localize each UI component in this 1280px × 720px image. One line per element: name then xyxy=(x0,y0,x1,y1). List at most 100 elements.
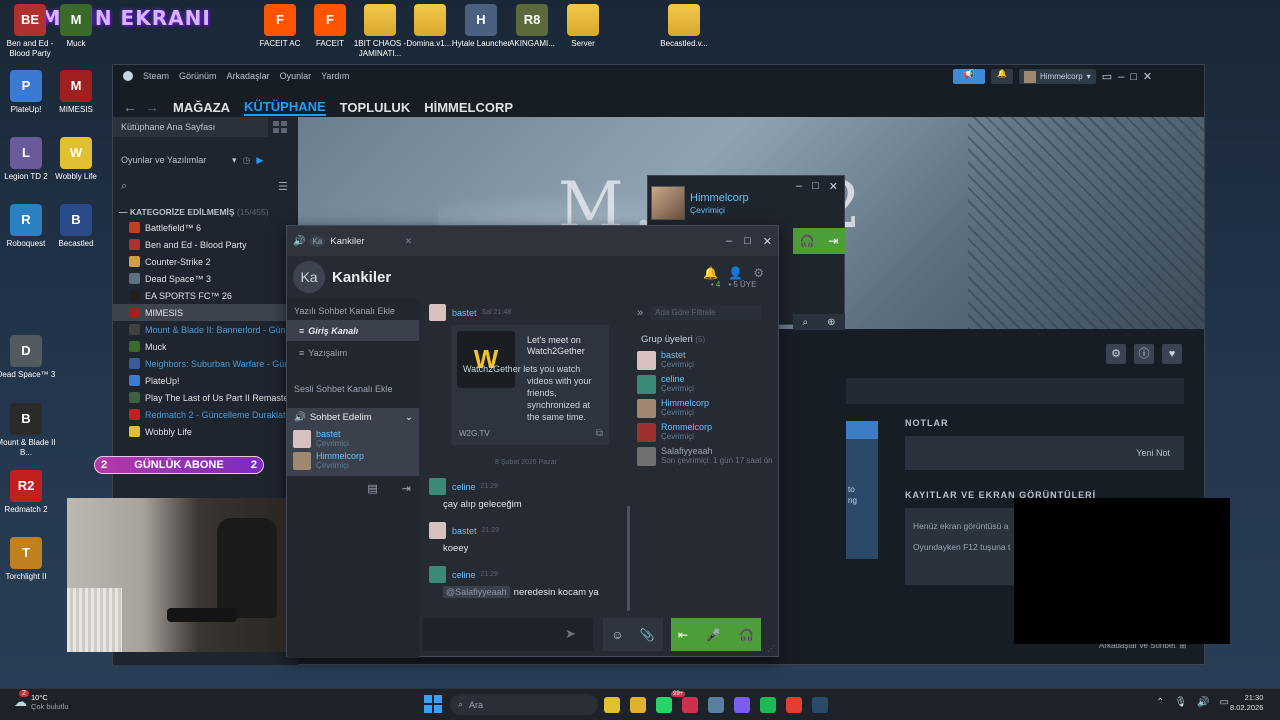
forward-arrow-icon[interactable]: → xyxy=(145,99,159,115)
attach-icon[interactable]: 📎 xyxy=(640,628,655,642)
broadcast-icon[interactable]: 📢 xyxy=(953,69,985,84)
discord-icon[interactable] xyxy=(734,697,750,713)
add-text-channel[interactable]: Yazılı Sohbet Kanalı Ekle xyxy=(287,298,419,320)
voice-user[interactable]: bastet Çevrimiçi xyxy=(293,428,419,450)
close-icon[interactable]: ✕ xyxy=(829,180,838,193)
whatsapp-icon[interactable] xyxy=(656,697,672,713)
minimize-icon[interactable]: – xyxy=(726,235,732,247)
copy-link-icon[interactable]: ⧉ xyxy=(596,428,603,439)
headset-icon[interactable]: 🎧 xyxy=(739,628,754,642)
chat-tab[interactable]: Kankiler xyxy=(330,236,364,247)
message-author[interactable]: celine xyxy=(452,482,476,492)
desktop-icon[interactable]: Server xyxy=(553,4,613,49)
desktop-icon[interactable]: M Muck xyxy=(46,4,106,49)
microphone-icon[interactable]: 🎙 xyxy=(1174,697,1187,708)
menu-games[interactable]: Oyunlar xyxy=(280,71,312,81)
message-author[interactable]: bastet xyxy=(452,308,477,318)
library-filter[interactable]: Oyunlar ve Yazılımlar ▾ ◷ ▶ xyxy=(113,149,298,171)
game-list-item[interactable]: PlateUp! xyxy=(113,372,298,389)
activity-bar[interactable] xyxy=(846,378,1184,404)
user-menu[interactable]: Himmelcorp ▾ xyxy=(1019,69,1096,84)
game-list-item[interactable]: Dead Space™ 3 xyxy=(113,270,298,287)
add-voice-channel[interactable]: Sesli Sohbet Kanalı Ekle xyxy=(287,364,419,408)
maximize-icon[interactable]: □ xyxy=(1130,71,1137,83)
desktop-icon[interactable]: B Mount & Blade II B... xyxy=(0,403,56,458)
category-header[interactable]: — KATEGORİZE EDİLMEMİŞ (15/455) xyxy=(119,207,269,217)
leave-voice-icon[interactable]: ⇤ xyxy=(678,628,688,642)
leave-voice-icon[interactable]: ⇥ xyxy=(402,482,411,495)
desktop-icon[interactable]: M MIMESIS xyxy=(46,70,106,115)
play-filter-icon[interactable]: ▶ xyxy=(256,155,263,166)
settings-gear-icon[interactable]: ⚙ xyxy=(1106,344,1126,364)
network-icon[interactable]: ▭ xyxy=(1220,697,1229,708)
maximize-icon[interactable]: □ xyxy=(812,180,819,193)
clock[interactable]: 21:30 8.02.2026 xyxy=(1230,693,1263,713)
game-list-item[interactable]: Play The Last of Us Part II Remaster xyxy=(113,389,298,406)
channel-chat[interactable]: ≡ Yazışalım xyxy=(287,341,419,364)
game-list-item[interactable]: Ben and Ed - Blood Party xyxy=(113,236,298,253)
add-member-icon[interactable]: 👤 xyxy=(728,266,743,280)
minimize-icon[interactable]: – xyxy=(796,180,802,193)
opera-icon[interactable] xyxy=(682,697,698,713)
game-list-item[interactable]: Battlefield™ 6 xyxy=(113,219,298,236)
microphone-icon[interactable]: 🎤 xyxy=(706,628,721,642)
member-filter-input[interactable]: Ada Göre Filtrele xyxy=(651,306,762,320)
desktop-icon[interactable]: T Torchlight II xyxy=(0,537,56,582)
game-list-item[interactable]: Wobbly Life xyxy=(113,423,298,440)
emoji-icon[interactable]: ☺ xyxy=(611,628,623,642)
member-item[interactable]: Salafiyyeaah Son çevrimiçi: 1 gün 17 saat… xyxy=(637,444,779,468)
back-arrow-icon[interactable]: ← xyxy=(123,99,137,115)
message-author[interactable]: celine xyxy=(452,570,476,580)
game-list-item[interactable]: Counter-Strike 2 xyxy=(113,253,298,270)
chrome-icon[interactable] xyxy=(786,697,802,713)
add-friend-icon[interactable]: ⊕ xyxy=(827,317,835,328)
chat-settings-icon[interactable]: ⚙ xyxy=(753,266,764,280)
library-home[interactable]: Kütüphane Ana Sayfası xyxy=(113,117,268,137)
recent-clock-icon[interactable]: ◷ xyxy=(243,155,251,166)
voice-channel[interactable]: 🔊 Sohbet Edelim ⌄ xyxy=(287,408,419,426)
member-item[interactable]: celine Çevrimiçi xyxy=(637,372,779,396)
filter-lines-icon[interactable]: ☰ xyxy=(278,180,288,193)
game-list-item[interactable]: Muck xyxy=(113,338,298,355)
message-author[interactable]: bastet xyxy=(452,526,477,536)
headset-icon[interactable]: 🎧 xyxy=(800,234,815,248)
link-embed[interactable]: W Let's meet on Watch2Gether Watch2Gethe… xyxy=(451,325,609,445)
menu-steam[interactable]: Steam xyxy=(143,71,169,81)
nav-profile[interactable]: HİMMELCORP xyxy=(424,100,513,115)
menu-view[interactable]: Görünüm xyxy=(179,71,217,81)
collapse-members-icon[interactable]: » xyxy=(637,307,643,319)
minimize-icon[interactable]: – xyxy=(1118,71,1124,83)
maximize-icon[interactable]: □ xyxy=(744,235,751,247)
windows-start-icon[interactable] xyxy=(424,695,442,713)
monitor-icon[interactable]: ▭ xyxy=(1102,70,1112,83)
game-list-item[interactable]: EA SPORTS FC™ 26 xyxy=(113,287,298,304)
notification-bell-icon[interactable]: 🔔 xyxy=(991,69,1013,84)
game-list-item[interactable]: MIMESIS xyxy=(113,304,298,321)
friend-name[interactable]: Himmelcorp xyxy=(690,192,749,204)
game-list-item[interactable]: Neighbors: Suburban Warfare - Gün xyxy=(113,355,298,372)
menu-help[interactable]: Yardım xyxy=(321,71,349,81)
desktop-icon[interactable]: Becastled.v... xyxy=(654,4,714,49)
library-search[interactable]: ⌕ ☰ xyxy=(113,177,298,195)
voice-user[interactable]: Himmelcorp Çevrimiçi xyxy=(293,450,419,472)
leave-voice-icon[interactable]: ⇥ xyxy=(828,234,838,248)
close-icon[interactable]: ✕ xyxy=(763,235,772,248)
nav-community[interactable]: TOPLULUK xyxy=(340,100,411,115)
close-tab-icon[interactable]: ✕ xyxy=(405,236,413,247)
message-scrollbar[interactable] xyxy=(627,506,630,611)
member-item[interactable]: bastet Çevrimiçi xyxy=(637,348,779,372)
voice-settings-icon[interactable]: ▤ xyxy=(367,482,377,495)
file-explorer-icon[interactable] xyxy=(604,697,620,713)
mention-chip[interactable]: @Salafiyyeaah xyxy=(443,586,510,598)
folder-icon[interactable] xyxy=(630,697,646,713)
member-item[interactable]: Rommelcorp Çevrimiçi xyxy=(637,420,779,444)
info-icon[interactable]: ⓘ xyxy=(1134,344,1154,364)
send-icon[interactable]: ➤ xyxy=(565,626,576,642)
new-note-button[interactable]: Yeni Not xyxy=(905,436,1184,470)
member-item[interactable]: Himmelcorp Çevrimiçi xyxy=(637,396,779,420)
favorite-heart-icon[interactable]: ♥ xyxy=(1162,344,1182,364)
steam-icon[interactable] xyxy=(812,697,828,713)
desktop-icon[interactable]: D Dead Space™ 3 xyxy=(0,335,56,380)
spotify-icon[interactable] xyxy=(760,697,776,713)
close-icon[interactable]: ✕ xyxy=(1143,70,1152,83)
